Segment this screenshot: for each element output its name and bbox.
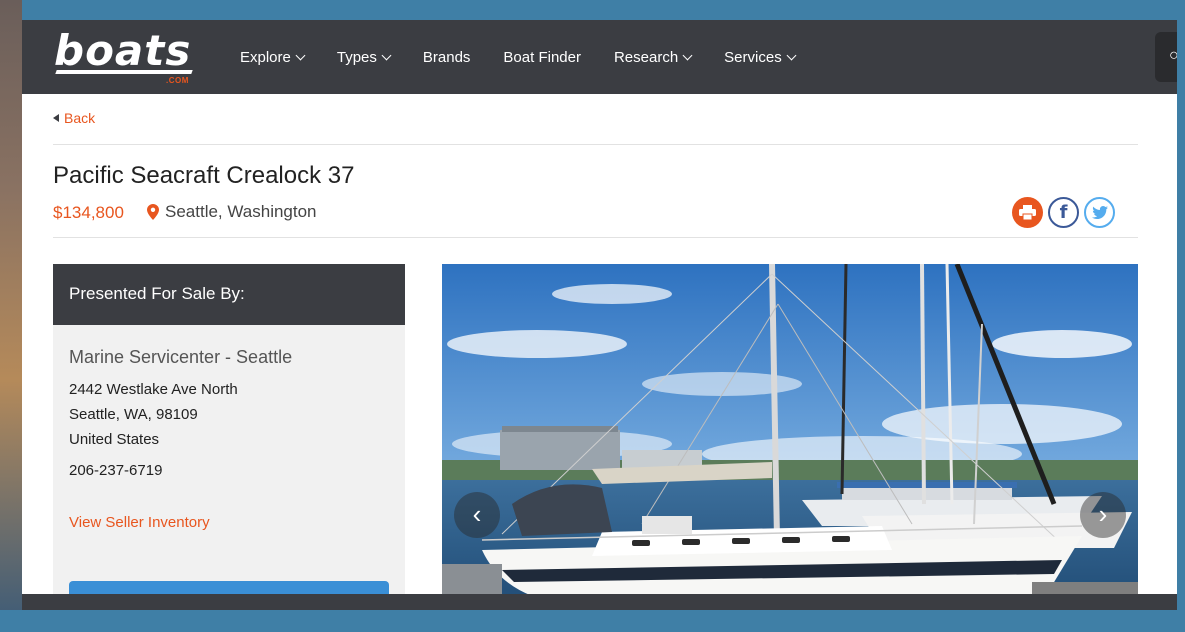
share-buttons: f <box>1012 197 1120 228</box>
back-arrow-icon <box>53 114 59 122</box>
nav-types[interactable]: Types <box>336 48 392 66</box>
twitter-share-button[interactable] <box>1084 197 1115 228</box>
divider <box>53 237 1138 238</box>
photo-prev-button[interactable]: ‹ <box>454 492 500 538</box>
chevron-down-icon <box>381 50 392 60</box>
bottom-frame <box>0 610 1185 632</box>
main-nav: Explore Types Brands Boat Finder Researc… <box>240 20 828 94</box>
logo-tld: .COM <box>166 76 189 85</box>
seller-address-line1: 2442 Westlake Ave North <box>69 381 238 398</box>
logo-wordmark: boats <box>54 26 192 75</box>
listing-price: $134,800 <box>53 203 124 222</box>
view-seller-inventory-link[interactable]: View Seller Inventory <box>69 514 210 531</box>
nav-explore-label: Explore <box>240 48 291 66</box>
chevron-down-icon <box>295 50 306 60</box>
print-button[interactable] <box>1012 197 1043 228</box>
nav-types-label: Types <box>336 48 377 66</box>
boats-logo[interactable]: boats .COM <box>54 26 204 88</box>
map-pin-icon <box>147 204 159 220</box>
nav-services-label: Services <box>724 48 782 66</box>
nav-services[interactable]: Services <box>724 48 797 66</box>
nav-boat-finder-label: Boat Finder <box>503 48 581 66</box>
printer-icon <box>1019 205 1036 220</box>
seller-name: Marine Servicenter - Seattle <box>69 347 293 367</box>
facebook-icon: f <box>1059 202 1068 223</box>
seller-address-line2: Seattle, WA, 98109 <box>69 406 198 423</box>
divider <box>53 144 1138 145</box>
listing-photo[interactable]: ‹ › <box>442 264 1138 614</box>
chevron-right-icon: › <box>1098 499 1108 529</box>
nav-explore[interactable]: Explore <box>240 48 306 66</box>
logo-underline <box>55 70 193 74</box>
nav-brands-label: Brands <box>422 48 471 66</box>
seller-heading: Presented For Sale By: <box>69 284 245 303</box>
sailboat-photo <box>442 264 1138 614</box>
twitter-icon <box>1091 206 1108 219</box>
search-icon: ○ <box>1169 47 1177 64</box>
seller-phone: 206-237-6719 <box>69 462 163 479</box>
back-link-label: Back <box>64 110 96 126</box>
back-link[interactable]: Back <box>53 110 95 126</box>
background-edge <box>0 0 22 632</box>
bottom-dark-bar <box>22 594 1177 610</box>
browser-page: boats .COM Explore Types Brands Boat Fin… <box>22 20 1177 614</box>
header-search-button[interactable]: ○ <box>1155 32 1177 82</box>
chevron-down-icon <box>682 50 693 60</box>
nav-research[interactable]: Research <box>613 48 693 66</box>
listing-location: Seattle, Washington <box>147 202 317 222</box>
facebook-share-button[interactable]: f <box>1048 197 1079 228</box>
seller-card-header: Presented For Sale By: <box>53 264 405 325</box>
seller-card: Marine Servicenter - Seattle 2442 Westla… <box>53 325 405 614</box>
chevron-left-icon: ‹ <box>472 499 482 529</box>
nav-boat-finder[interactable]: Boat Finder <box>503 49 581 66</box>
nav-brands[interactable]: Brands <box>423 49 471 66</box>
site-header: boats .COM Explore Types Brands Boat Fin… <box>22 20 1177 94</box>
photo-next-button[interactable]: › <box>1080 492 1126 538</box>
seller-country: United States <box>69 431 160 448</box>
nav-research-label: Research <box>613 48 679 66</box>
chevron-down-icon <box>786 50 797 60</box>
location-label: Seattle, Washington <box>165 202 317 221</box>
listing-title: Pacific Seacraft Crealock 37 <box>53 162 355 189</box>
